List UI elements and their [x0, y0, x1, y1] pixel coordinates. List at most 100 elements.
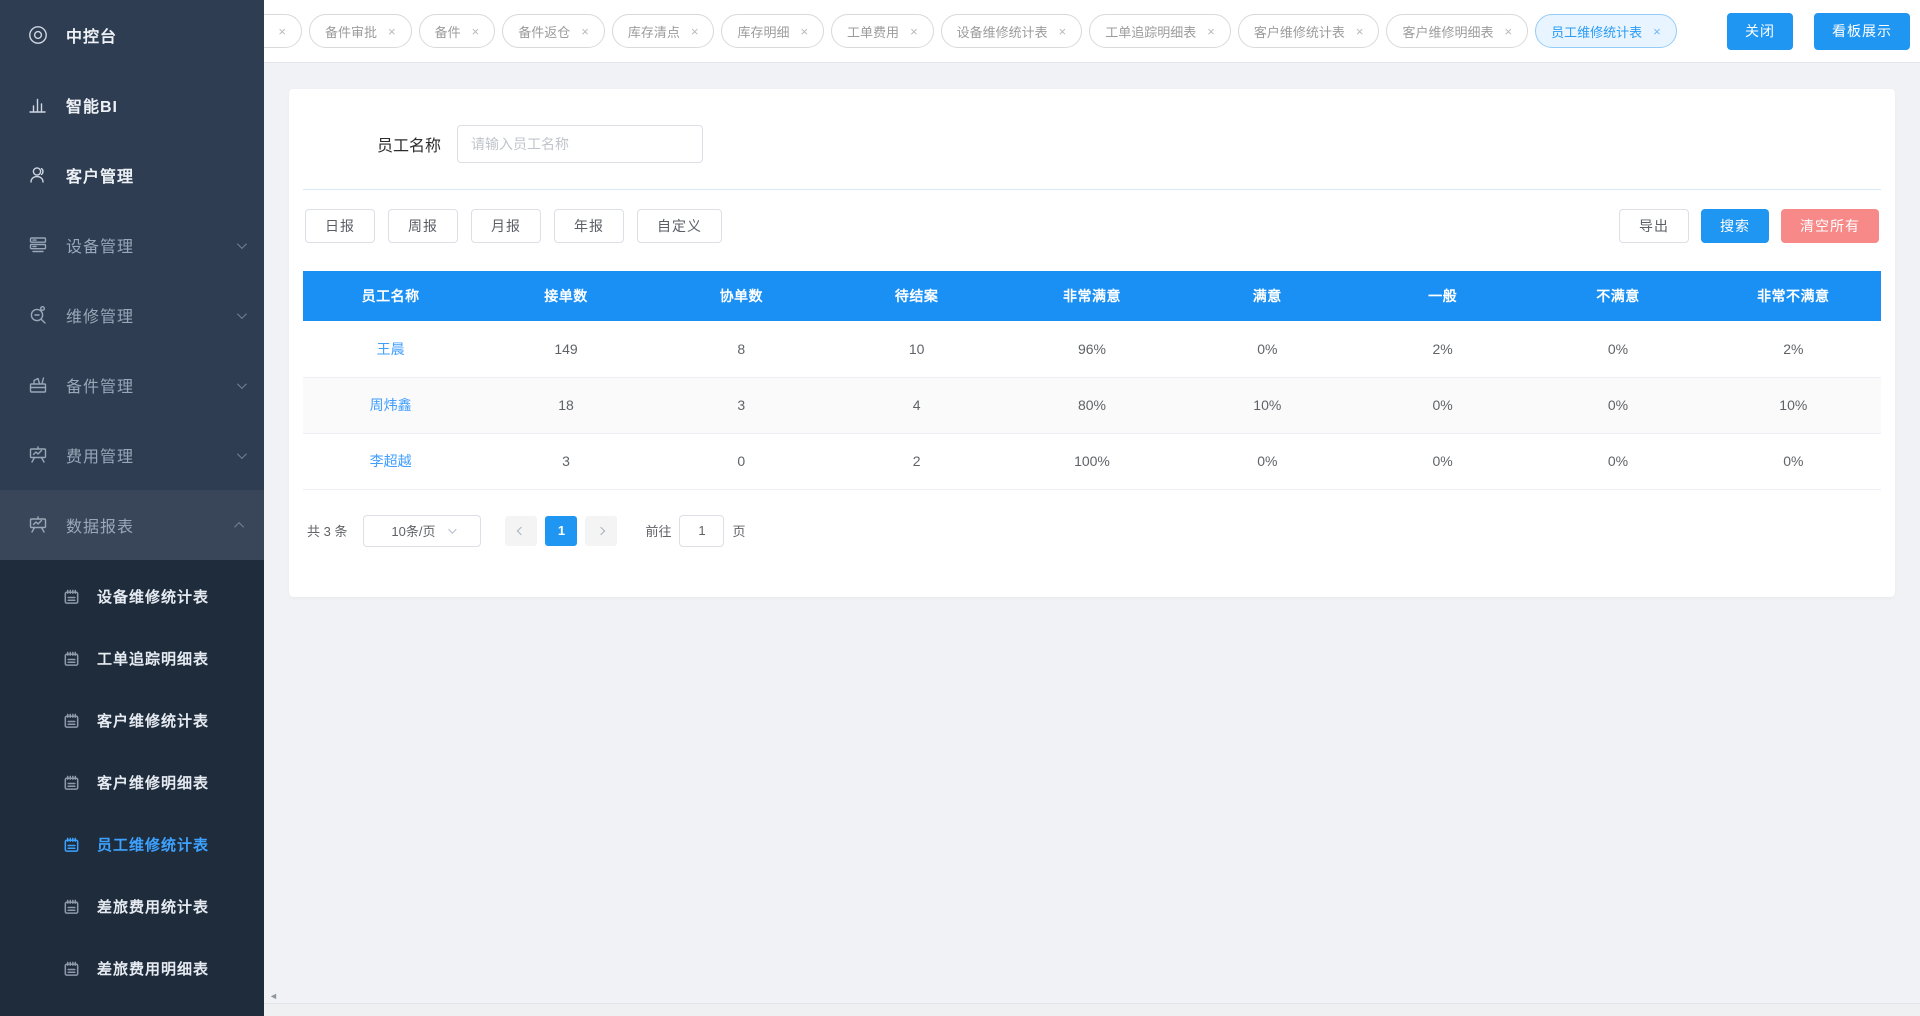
custom-report-button[interactable]: 自定义 [637, 209, 722, 243]
cell-value: 2% [1706, 321, 1881, 377]
employee-repair-table: 员工名称 接单数 协单数 待结案 非常满意 满意 一般 不满意 非常不满意 王晨 [303, 271, 1881, 490]
tab-close-icon[interactable]: × [1505, 25, 1513, 38]
prev-page-button[interactable] [505, 516, 537, 546]
cell-value: 2% [1355, 321, 1530, 377]
expense-icon [26, 443, 50, 467]
table-row: 李超越 3 0 2 100% 0% 0% 0% 0% [303, 433, 1881, 489]
cell-value: 2 [829, 433, 1004, 489]
cell-value: 18 [478, 377, 653, 433]
tab-item[interactable]: 客户维修统计表 × [1238, 14, 1380, 48]
customer-icon [26, 163, 50, 187]
yearly-report-button[interactable]: 年报 [554, 209, 624, 243]
sidebar-item-reports[interactable]: 数据报表 [0, 490, 264, 560]
tab-close-icon[interactable]: × [691, 25, 699, 38]
tab-item-clipped[interactable]: × [264, 14, 302, 48]
submenu-item-customer-repair-stats[interactable]: 客户维修统计表 [0, 689, 264, 751]
cell-value: 0% [1355, 433, 1530, 489]
tab-item[interactable]: 工单费用 × [831, 14, 934, 48]
export-button[interactable]: 导出 [1619, 209, 1689, 243]
page-number-button[interactable]: 1 [545, 516, 577, 546]
tab-item[interactable]: 备件 × [419, 14, 496, 48]
employee-name-input[interactable] [457, 125, 703, 163]
sidebar-item-expenses[interactable]: 费用管理 [0, 420, 264, 490]
tab-close-icon[interactable]: × [388, 25, 396, 38]
submenu-item-customer-repair-detail[interactable]: 客户维修明细表 [0, 751, 264, 813]
tab-item[interactable]: 备件审批 × [309, 14, 412, 48]
sidebar-item-bi[interactable]: 智能BI [0, 70, 264, 140]
report-card: 员工名称 日报 周报 月报 年报 自定义 导出 搜索 清空所有 [289, 89, 1895, 597]
submenu-item-travel-expense-detail[interactable]: 差旅费用明细表 [0, 937, 264, 999]
content-area: 员工名称 日报 周报 月报 年报 自定义 导出 搜索 清空所有 [264, 63, 1920, 1003]
employee-name-label: 员工名称 [377, 132, 441, 156]
sidebar-item-customers[interactable]: 客户管理 [0, 140, 264, 210]
chevron-left-icon [517, 526, 525, 534]
employee-name-link[interactable]: 王晨 [377, 341, 405, 357]
chevron-down-icon [448, 525, 456, 533]
submenu-item-device-repair-stats[interactable]: 设备维修统计表 [0, 565, 264, 627]
tab-item[interactable]: 工单追踪明细表 × [1089, 14, 1231, 48]
tab-close-icon[interactable]: × [1653, 25, 1661, 38]
tab-item[interactable]: 库存明细 × [721, 14, 824, 48]
col-very-unsatisfied: 非常不满意 [1706, 271, 1881, 321]
search-form: 员工名称 [303, 125, 1881, 163]
employee-name-link[interactable]: 李超越 [370, 453, 412, 469]
tab-close-icon[interactable]: × [581, 25, 589, 38]
horizontal-scrollbar[interactable] [264, 1003, 1920, 1016]
col-neutral: 一般 [1355, 271, 1530, 321]
tab-close-icon[interactable]: × [910, 25, 918, 38]
col-assist-orders: 协单数 [654, 271, 829, 321]
tab-item[interactable]: 备件返仓 × [502, 14, 605, 48]
sidebar-item-repairs[interactable]: 维修管理 [0, 280, 264, 350]
goto-page-group: 前往 页 [645, 515, 745, 547]
tab-close-icon[interactable]: × [278, 25, 286, 38]
tab-close-icon[interactable]: × [800, 25, 808, 38]
repair-icon [26, 303, 50, 327]
action-button-group: 导出 搜索 清空所有 [1619, 209, 1879, 243]
tab-close-icon[interactable]: × [1059, 25, 1067, 38]
cell-value: 4 [829, 377, 1004, 433]
notebook-icon [62, 896, 82, 916]
board-display-button[interactable]: 看板展示 [1814, 13, 1910, 50]
cell-value: 0% [1530, 377, 1705, 433]
daily-report-button[interactable]: 日报 [305, 209, 375, 243]
sidebar-item-devices[interactable]: 设备管理 [0, 210, 264, 280]
close-all-button[interactable]: 关闭 [1727, 13, 1793, 50]
cell-value: 10% [1180, 377, 1355, 433]
employee-name-link[interactable]: 周炜鑫 [370, 397, 412, 413]
sidebar-item-console[interactable]: 中控台 [0, 0, 264, 70]
col-very-satisfied: 非常满意 [1004, 271, 1179, 321]
submenu-item-travel-expense-stats[interactable]: 差旅费用统计表 [0, 875, 264, 937]
tab-item[interactable]: 设备维修统计表 × [941, 14, 1083, 48]
notebook-icon [62, 586, 82, 606]
chevron-down-icon [237, 379, 247, 389]
col-employee-name: 员工名称 [303, 271, 478, 321]
monthly-report-button[interactable]: 月报 [471, 209, 541, 243]
cell-value: 0% [1706, 433, 1881, 489]
tab-close-icon[interactable]: × [1356, 25, 1364, 38]
notebook-icon [62, 958, 82, 978]
search-button[interactable]: 搜索 [1701, 209, 1769, 243]
table-row: 王晨 149 8 10 96% 0% 2% 0% 2% [303, 321, 1881, 377]
table-row: 周炜鑫 18 3 4 80% 10% 0% 0% 10% [303, 377, 1881, 433]
sidebar-item-spare-parts[interactable]: 备件管理 [0, 350, 264, 420]
col-unsatisfied: 不满意 [1530, 271, 1705, 321]
weekly-report-button[interactable]: 周报 [388, 209, 458, 243]
form-divider [303, 189, 1881, 190]
page-size-select[interactable]: 10条/页 [363, 515, 481, 547]
tab-close-icon[interactable]: × [472, 25, 480, 38]
scroll-left-icon[interactable]: ◄ [269, 991, 278, 1001]
page-unit-label: 页 [732, 521, 745, 540]
total-count-label: 共 3 条 [307, 521, 347, 540]
tab-item[interactable]: 库存清点 × [612, 14, 715, 48]
submenu-item-workorder-trace[interactable]: 工单追踪明细表 [0, 627, 264, 689]
tab-close-icon[interactable]: × [1207, 25, 1215, 38]
tab-item-active[interactable]: 员工维修统计表 × [1535, 14, 1677, 48]
cell-value: 149 [478, 321, 653, 377]
submenu-item-employee-repair-stats[interactable]: 员工维修统计表 [0, 813, 264, 875]
tab-item[interactable]: 客户维修明细表 × [1386, 14, 1528, 48]
cell-value: 0% [1180, 321, 1355, 377]
clear-all-button[interactable]: 清空所有 [1781, 209, 1879, 243]
next-page-button[interactable] [585, 516, 617, 546]
notebook-icon [62, 772, 82, 792]
goto-page-input[interactable] [679, 515, 724, 547]
